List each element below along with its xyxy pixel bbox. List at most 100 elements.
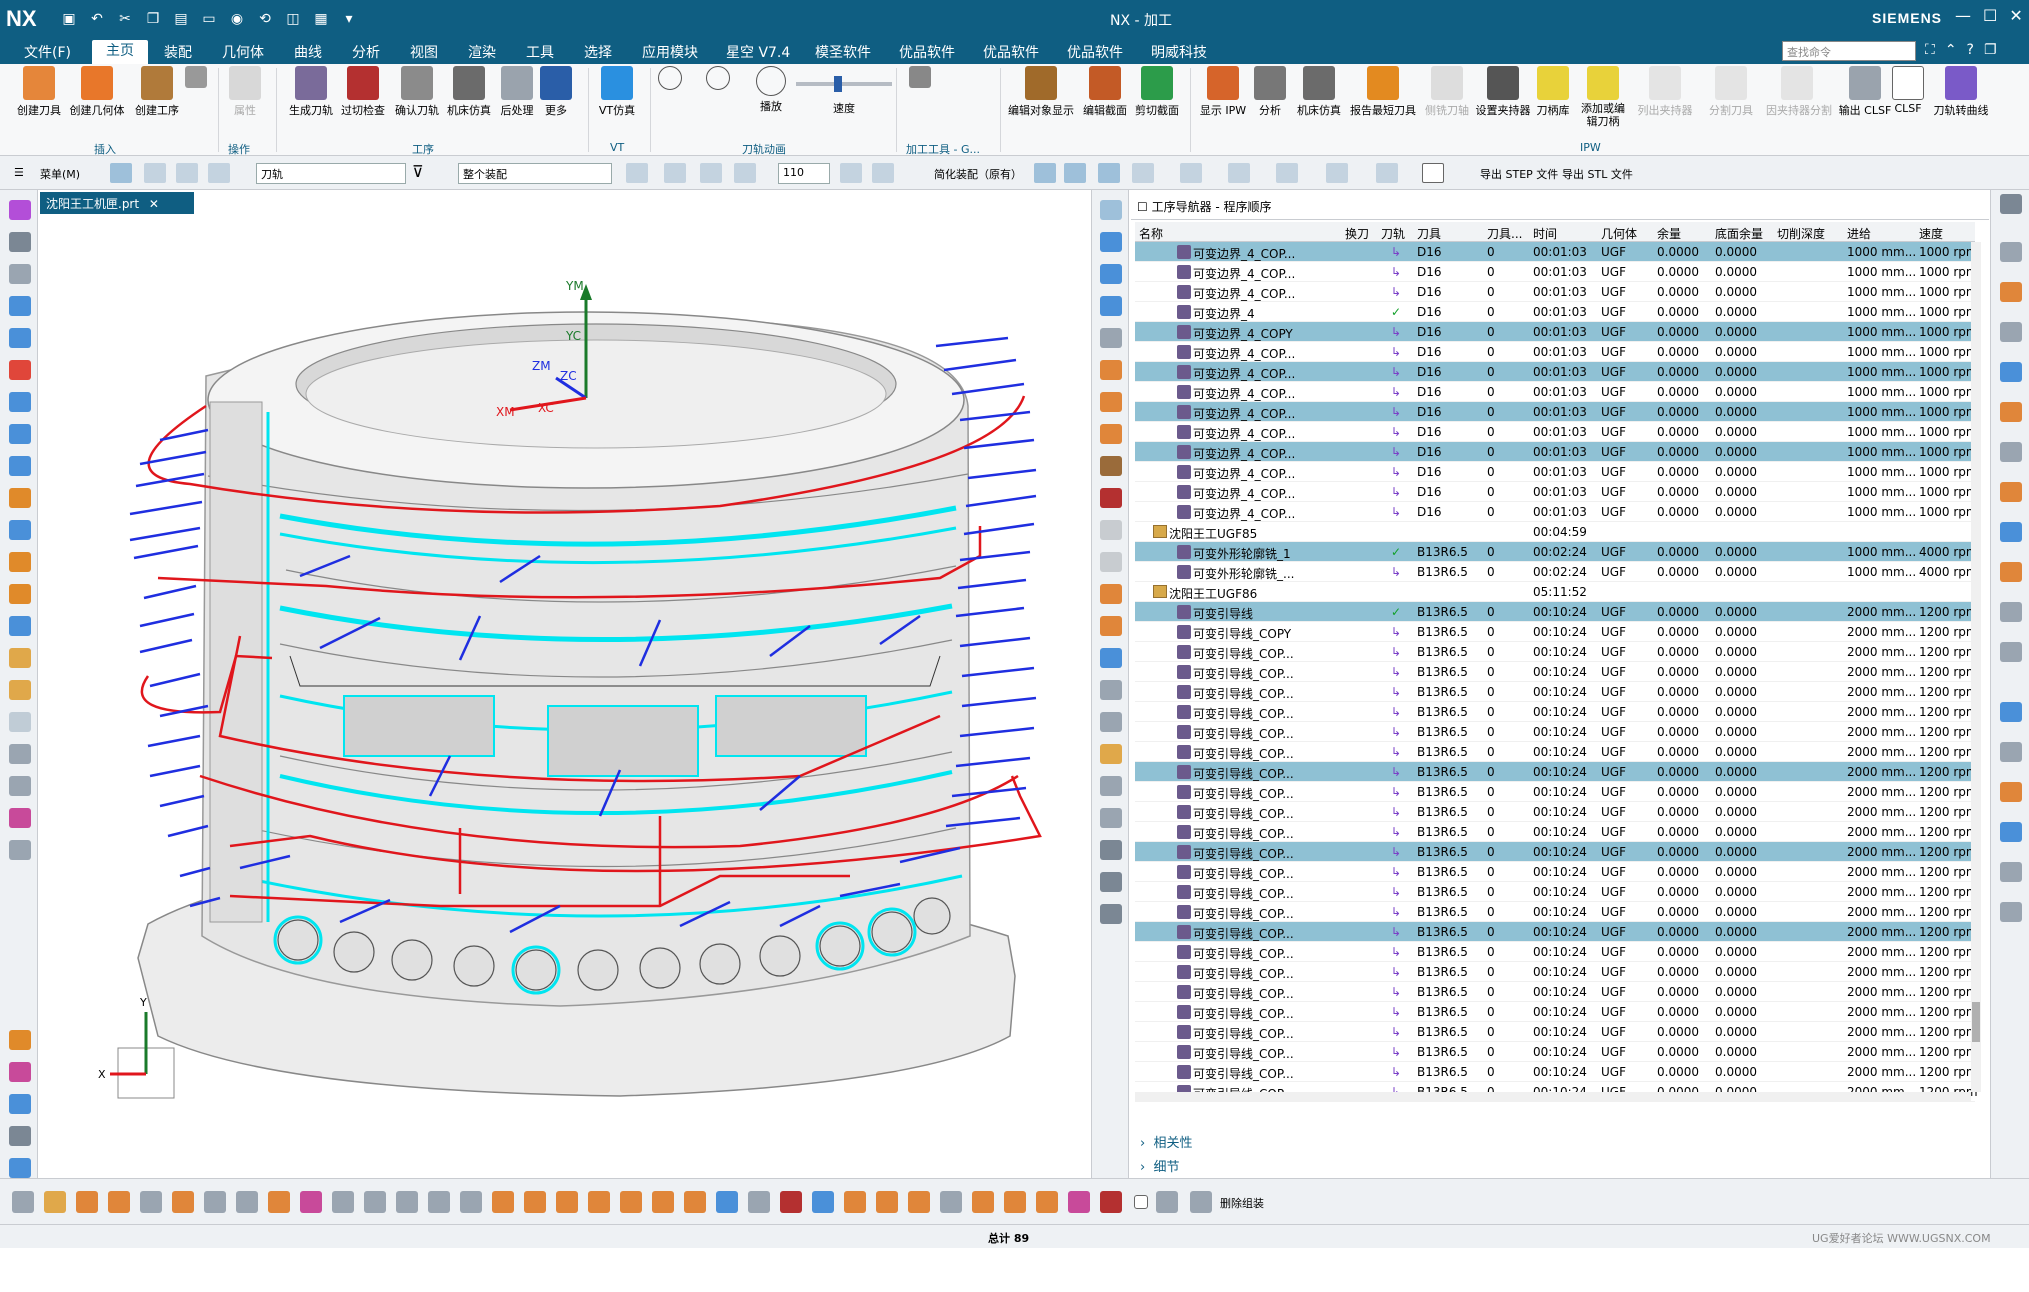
navigator-hscrollbar[interactable] xyxy=(1135,1092,1971,1102)
rewind-button[interactable] xyxy=(652,66,688,92)
circle-icon[interactable] xyxy=(9,360,31,380)
clock-icon[interactable] xyxy=(2000,742,2022,762)
side-tool-axis-button[interactable]: 侧铣刀轴 xyxy=(1418,66,1476,118)
operation-row[interactable]: 可变引导线_COP... ↳ B13R6.5 0 00:10:24 UGF 0.0000 0.… xyxy=(1135,682,1978,702)
operation-row[interactable]: 可变边界_4_COP... ↳ D16 0 00:01:03 UGF 0.0000 0.000… xyxy=(1135,422,1978,442)
solid-icon[interactable] xyxy=(734,163,756,183)
operation-row[interactable]: 可变引导线_COP... ↳ B13R6.5 0 00:10:24 UGF 0.0000 0.… xyxy=(1135,662,1978,682)
bottom-tool-13[interactable] xyxy=(396,1191,418,1213)
extrude-icon[interactable] xyxy=(9,680,31,700)
verify-toolpath-button[interactable]: 确认刀轨 xyxy=(388,66,446,118)
palette-icon[interactable] xyxy=(1100,904,1122,924)
create-op-icon-2[interactable] xyxy=(1100,456,1122,476)
clsf-button[interactable]: CLSF xyxy=(1886,66,1930,115)
fillet-icon[interactable] xyxy=(9,584,31,604)
settings-gear-icon[interactable] xyxy=(2000,194,2022,214)
tab-tools[interactable]: 工具 xyxy=(526,42,554,62)
bottom-tool-36[interactable] xyxy=(1156,1191,1178,1213)
settings-cube-icon[interactable] xyxy=(1376,163,1398,183)
mic-icon[interactable]: ◉ xyxy=(226,8,248,30)
measure-icon-2[interactable] xyxy=(1100,648,1122,668)
bottom-tool-18[interactable] xyxy=(556,1191,578,1213)
zoom-dropdown[interactable]: 110 xyxy=(778,163,830,184)
col-feed[interactable]: 进给 xyxy=(1847,225,1871,242)
check-icon[interactable] xyxy=(1100,488,1122,508)
bottom-tool-9[interactable] xyxy=(268,1191,290,1213)
tab-view[interactable]: 视图 xyxy=(410,42,438,62)
tab-xingkong[interactable]: 星空 V7.4 xyxy=(726,42,790,62)
help-icon[interactable]: ? xyxy=(1967,42,1974,58)
bottom-tool-14[interactable] xyxy=(428,1191,450,1213)
operation-row[interactable]: 可变引导线_COP... ↳ B13R6.5 0 00:10:24 UGF 0.0000 0.… xyxy=(1135,1062,1978,1082)
clip-section-button[interactable]: 剪切截面 xyxy=(1128,66,1186,118)
view-bottom-icon[interactable] xyxy=(108,1191,130,1213)
sequence-icon[interactable] xyxy=(1100,776,1122,796)
save-icon-2[interactable] xyxy=(1100,808,1122,828)
holder-library-button[interactable]: 刀柄库 xyxy=(1526,66,1580,118)
bottom-tool-11[interactable] xyxy=(332,1191,354,1213)
operation-row[interactable]: 可变引导线_COP... ↳ B13R6.5 0 00:10:24 UGF 0.0000 0.… xyxy=(1135,762,1978,782)
box-icon[interactable] xyxy=(700,163,722,183)
operation-row[interactable]: 可变引导线_COP... ↳ B13R6.5 0 00:10:24 UGF 0.0000 0.… xyxy=(1135,702,1978,722)
tab-geometry[interactable]: 几何体 xyxy=(222,42,264,62)
eye-icon[interactable] xyxy=(1100,840,1122,860)
scope-dropdown[interactable]: 整个装配 xyxy=(458,163,612,184)
split-tool-button[interactable]: 分割刀具 xyxy=(1702,66,1760,118)
col-tool-num[interactable]: 刀具... xyxy=(1487,225,1522,242)
maximize-icon[interactable]: ☐ xyxy=(1983,6,1997,25)
col-speed[interactable]: 速度 xyxy=(1919,225,1943,242)
type-filter-dropdown[interactable]: 刀轨 xyxy=(256,163,406,184)
tab-youpin-2[interactable]: 优品软件 xyxy=(983,42,1039,62)
bottom-tool-15[interactable] xyxy=(460,1191,482,1213)
arc-icon[interactable] xyxy=(9,328,31,348)
operation-row[interactable]: 可变引导线_COP... ↳ B13R6.5 0 00:10:24 UGF 0.0000 0.… xyxy=(1135,722,1978,742)
col-geometry[interactable]: 几何体 xyxy=(1601,225,1637,242)
bottom-tool-24[interactable] xyxy=(748,1191,770,1213)
bottom-tool-8[interactable] xyxy=(236,1191,258,1213)
restore-icon[interactable]: ❐ xyxy=(1984,42,1997,58)
show-ipw-button[interactable]: 显示 IPW xyxy=(1194,66,1252,118)
operation-row[interactable]: 可变引导线_COPY ↳ B13R6.5 0 00:10:24 UGF 0.0000 0.00… xyxy=(1135,622,1978,642)
bottom-tool-26[interactable] xyxy=(812,1191,834,1213)
export-stl-button[interactable]: 导出 STL 文件 xyxy=(1562,166,1633,182)
details-section[interactable]: › 细节 xyxy=(1140,1156,1179,1175)
assembly-nav-icon[interactable] xyxy=(2000,242,2022,262)
generate-toolpath-button[interactable]: 生成刀轨 xyxy=(282,66,340,118)
bottom-tool-20[interactable] xyxy=(620,1191,642,1213)
create-program-icon[interactable] xyxy=(1100,328,1122,348)
set-holder-button[interactable]: 设置夹持器 xyxy=(1474,66,1532,118)
menu-button[interactable]: 菜单(M) xyxy=(40,166,80,182)
group-machining-tools[interactable]: 加工工具 - G... xyxy=(906,141,980,157)
document-tab[interactable]: 沈阳王工机匣.prt ✕ xyxy=(40,192,194,214)
shortest-tool-button[interactable]: 报告最短刀具 xyxy=(1348,66,1418,118)
operation-row[interactable]: 可变边界_4_COP... ↳ D16 0 00:01:03 UGF 0.0000 0.000… xyxy=(1135,282,1978,302)
operation-row[interactable]: 可变引导线_COP... ↳ B13R6.5 0 00:10:24 UGF 0.0000 0.… xyxy=(1135,882,1978,902)
edit-section-button[interactable]: 编辑截面 xyxy=(1076,66,1134,118)
toolpath-to-curve-button[interactable]: 刀轨转曲线 xyxy=(1932,66,1990,118)
copy-icon[interactable]: ❐ xyxy=(142,8,164,30)
bottom-tool-34[interactable] xyxy=(1068,1191,1090,1213)
split-by-holder-button[interactable]: 因夹持器分割 xyxy=(1766,66,1832,118)
operation-row[interactable]: 可变引导线_COP... ↳ B13R6.5 0 00:10:24 UGF 0.0000 0.… xyxy=(1135,962,1978,982)
surface-icon[interactable] xyxy=(9,712,31,732)
window-icon[interactable]: ▭ xyxy=(198,8,220,30)
operation-row[interactable]: 可变引导线_COP... ↳ B13R6.5 0 00:10:24 UGF 0.0000 0.… xyxy=(1135,942,1978,962)
col-toolchange[interactable]: 换刀 xyxy=(1345,225,1369,242)
table-icon[interactable] xyxy=(76,1191,98,1213)
section-view-icon[interactable] xyxy=(1098,163,1120,183)
shading-icon[interactable] xyxy=(1228,163,1250,183)
create-geom-icon-2[interactable] xyxy=(1100,392,1122,412)
bottom-tool-25[interactable] xyxy=(780,1191,802,1213)
edit-display-button[interactable]: 编辑对象显示 xyxy=(1006,66,1076,118)
bottom-tool-37[interactable] xyxy=(1190,1191,1212,1213)
pause-button[interactable] xyxy=(700,66,736,92)
operation-row[interactable]: 可变外形轮廓铣_1 ✓ B13R6.5 0 00:02:24 UGF 0.0000 0.000… xyxy=(1135,542,1978,562)
repeat-icon[interactable]: ⟲ xyxy=(254,8,276,30)
simplified-assembly-label[interactable]: 简化装配（原有） xyxy=(934,166,1022,182)
geometry-view-icon[interactable] xyxy=(176,163,198,183)
operation-row[interactable]: 可变引导线_COP... ↳ B13R6.5 0 00:10:24 UGF 0.0000 0.… xyxy=(1135,1002,1978,1022)
operation-row[interactable]: 可变边界_4_COP... ↳ D16 0 00:01:03 UGF 0.0000 0.000… xyxy=(1135,362,1978,382)
tab-youpin-3[interactable]: 优品软件 xyxy=(1067,42,1123,62)
gouge-check-button[interactable]: 过切检查 xyxy=(334,66,392,118)
hide-icon[interactable] xyxy=(1100,872,1122,892)
